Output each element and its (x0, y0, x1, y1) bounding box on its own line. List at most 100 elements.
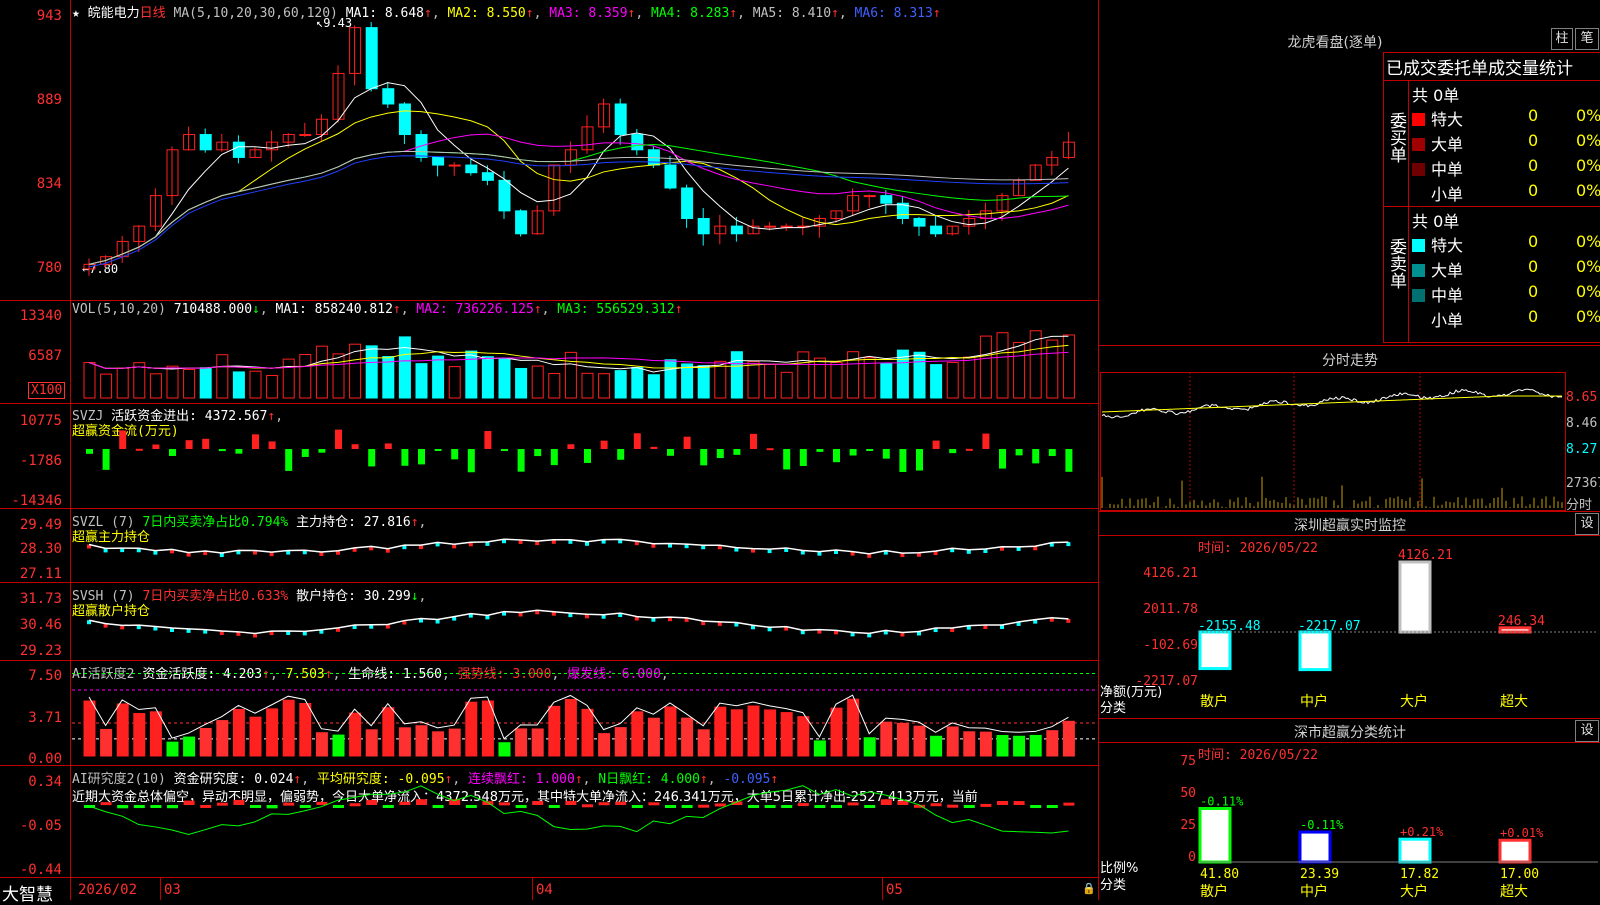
intraday-price-line (1101, 388, 1563, 419)
classify-title: 深市超赢分类统计 (1294, 725, 1406, 741)
candle-body (697, 218, 710, 235)
research-line (88, 785, 1069, 836)
research-bar (399, 801, 411, 805)
research-bar (515, 805, 527, 809)
ma2-line (88, 110, 1069, 265)
fund-flow-bar (484, 430, 492, 449)
candle-body (199, 134, 212, 151)
research-bar (698, 804, 710, 808)
fund-flow-bar (1015, 449, 1023, 456)
fund-flow-bar (268, 441, 276, 449)
ma5-line (88, 150, 1069, 265)
monitor-title: 深圳超赢实时监控 (1294, 518, 1406, 534)
fund-flow-bar (119, 430, 127, 449)
activity-bar (266, 708, 279, 757)
fund-flow-bar (816, 449, 824, 452)
category-label: 分类 (1100, 878, 1127, 893)
activity-bar (631, 711, 644, 757)
fund-flow-bar (916, 449, 923, 471)
order-stat-row: 大单 0 0% (1412, 257, 1600, 281)
activity-bar (299, 702, 312, 757)
volume-bar (382, 356, 395, 399)
holding-line (88, 538, 1069, 555)
ai-research-chart (84, 785, 1075, 836)
classify-settings-button[interactable]: 设 (1575, 720, 1599, 742)
order-percent: 0% (1576, 156, 1600, 175)
fund-flow-bar (202, 438, 210, 449)
research-bar (1030, 805, 1042, 809)
color-swatch (1412, 314, 1425, 327)
tab-orders[interactable]: 委托单 (1437, 59, 1488, 79)
column-view-button[interactable]: 柱 (1551, 28, 1573, 50)
monitor-axis-label: 4126.21 (1143, 566, 1198, 581)
volume-bar (730, 351, 743, 399)
tab-volume-stats[interactable]: 成交量统计 (1488, 59, 1573, 79)
fund-flow-bar (567, 444, 575, 449)
activity-bar (880, 721, 893, 757)
intraday-vol-axis-label: 27367 (1566, 476, 1600, 491)
classify-bar (1198, 806, 1232, 864)
activity-bar (216, 720, 229, 757)
activity-bar (564, 698, 577, 757)
research-bar (333, 805, 344, 808)
order-size-label: 特大 (1431, 110, 1464, 129)
dragon-tiger-tabs: 已成交委托单成交量统计 (1386, 54, 1573, 79)
candle-body (614, 103, 627, 136)
order-stat-row: 大单 0 0% (1412, 131, 1600, 155)
monitor-bar-chart: -2155.48散户-2217.07中户4126.21大户246.34超大 (1198, 548, 1598, 710)
activity-bar (183, 736, 196, 757)
monitor-bar (1198, 630, 1232, 671)
volume-bar (448, 366, 461, 399)
research-bar (250, 805, 261, 808)
volume-bar (548, 372, 561, 399)
candle-body (515, 210, 528, 235)
fund-flow-bar (716, 449, 724, 459)
fund-flow-bar (999, 449, 1006, 469)
monitor-settings-button[interactable]: 设 (1575, 513, 1599, 535)
fund-flow-bar (982, 433, 990, 449)
classify-value-label: 17.82 (1400, 867, 1439, 882)
research-bar (764, 805, 776, 808)
fund-flow-bar (152, 444, 160, 449)
volume-bar (249, 370, 262, 399)
intraday-axis-label: 8.65 (1566, 390, 1598, 405)
order-count: 0 (1528, 131, 1539, 150)
classify-change-label: +0.21% (1400, 825, 1444, 839)
lock-icon[interactable]: 🔒 (1082, 882, 1096, 895)
intraday-chart[interactable] (1098, 370, 1598, 510)
volume-bar (232, 371, 245, 399)
order-count: 0 (1528, 257, 1539, 276)
order-size-label: 小单 (1431, 311, 1464, 330)
count-view-button[interactable]: 笔 (1575, 28, 1599, 50)
candle-body (448, 164, 461, 167)
volume-bar (880, 362, 893, 399)
order-percent: 0% (1576, 106, 1600, 125)
volume-bar (282, 358, 295, 399)
order-size-label: 小单 (1431, 185, 1464, 204)
classify-change-label: +0.01% (1500, 826, 1544, 840)
tab-filled[interactable]: 已成交 (1386, 59, 1437, 79)
fund-flow-bar (766, 448, 774, 451)
activity-bar (448, 728, 461, 757)
volume-bar (432, 355, 445, 399)
order-percent: 0% (1576, 307, 1600, 326)
activity-bar (83, 700, 96, 757)
volume-bar (481, 356, 494, 399)
monitor-value-label: 246.34 (1498, 614, 1545, 629)
volume-bar (216, 354, 229, 399)
order-percent: 0% (1576, 257, 1600, 276)
category-label: 分类 (1100, 701, 1127, 716)
activity-bar (398, 727, 411, 757)
ma6-line (88, 155, 1069, 268)
volume-bar (996, 332, 1009, 399)
activity-bar (1062, 720, 1075, 757)
candle-body (365, 27, 378, 90)
svsh-chart (87, 609, 1071, 638)
brand-logo[interactable]: 大智慧 (2, 880, 53, 905)
candlestick-chart[interactable] (0, 0, 1098, 300)
volume-bar (315, 345, 328, 399)
intraday-title: 分时走势 (1322, 353, 1378, 369)
volume-bar (465, 350, 478, 399)
fund-flow-bar (86, 449, 93, 454)
buy-total: 共 0单 (1412, 86, 1460, 105)
